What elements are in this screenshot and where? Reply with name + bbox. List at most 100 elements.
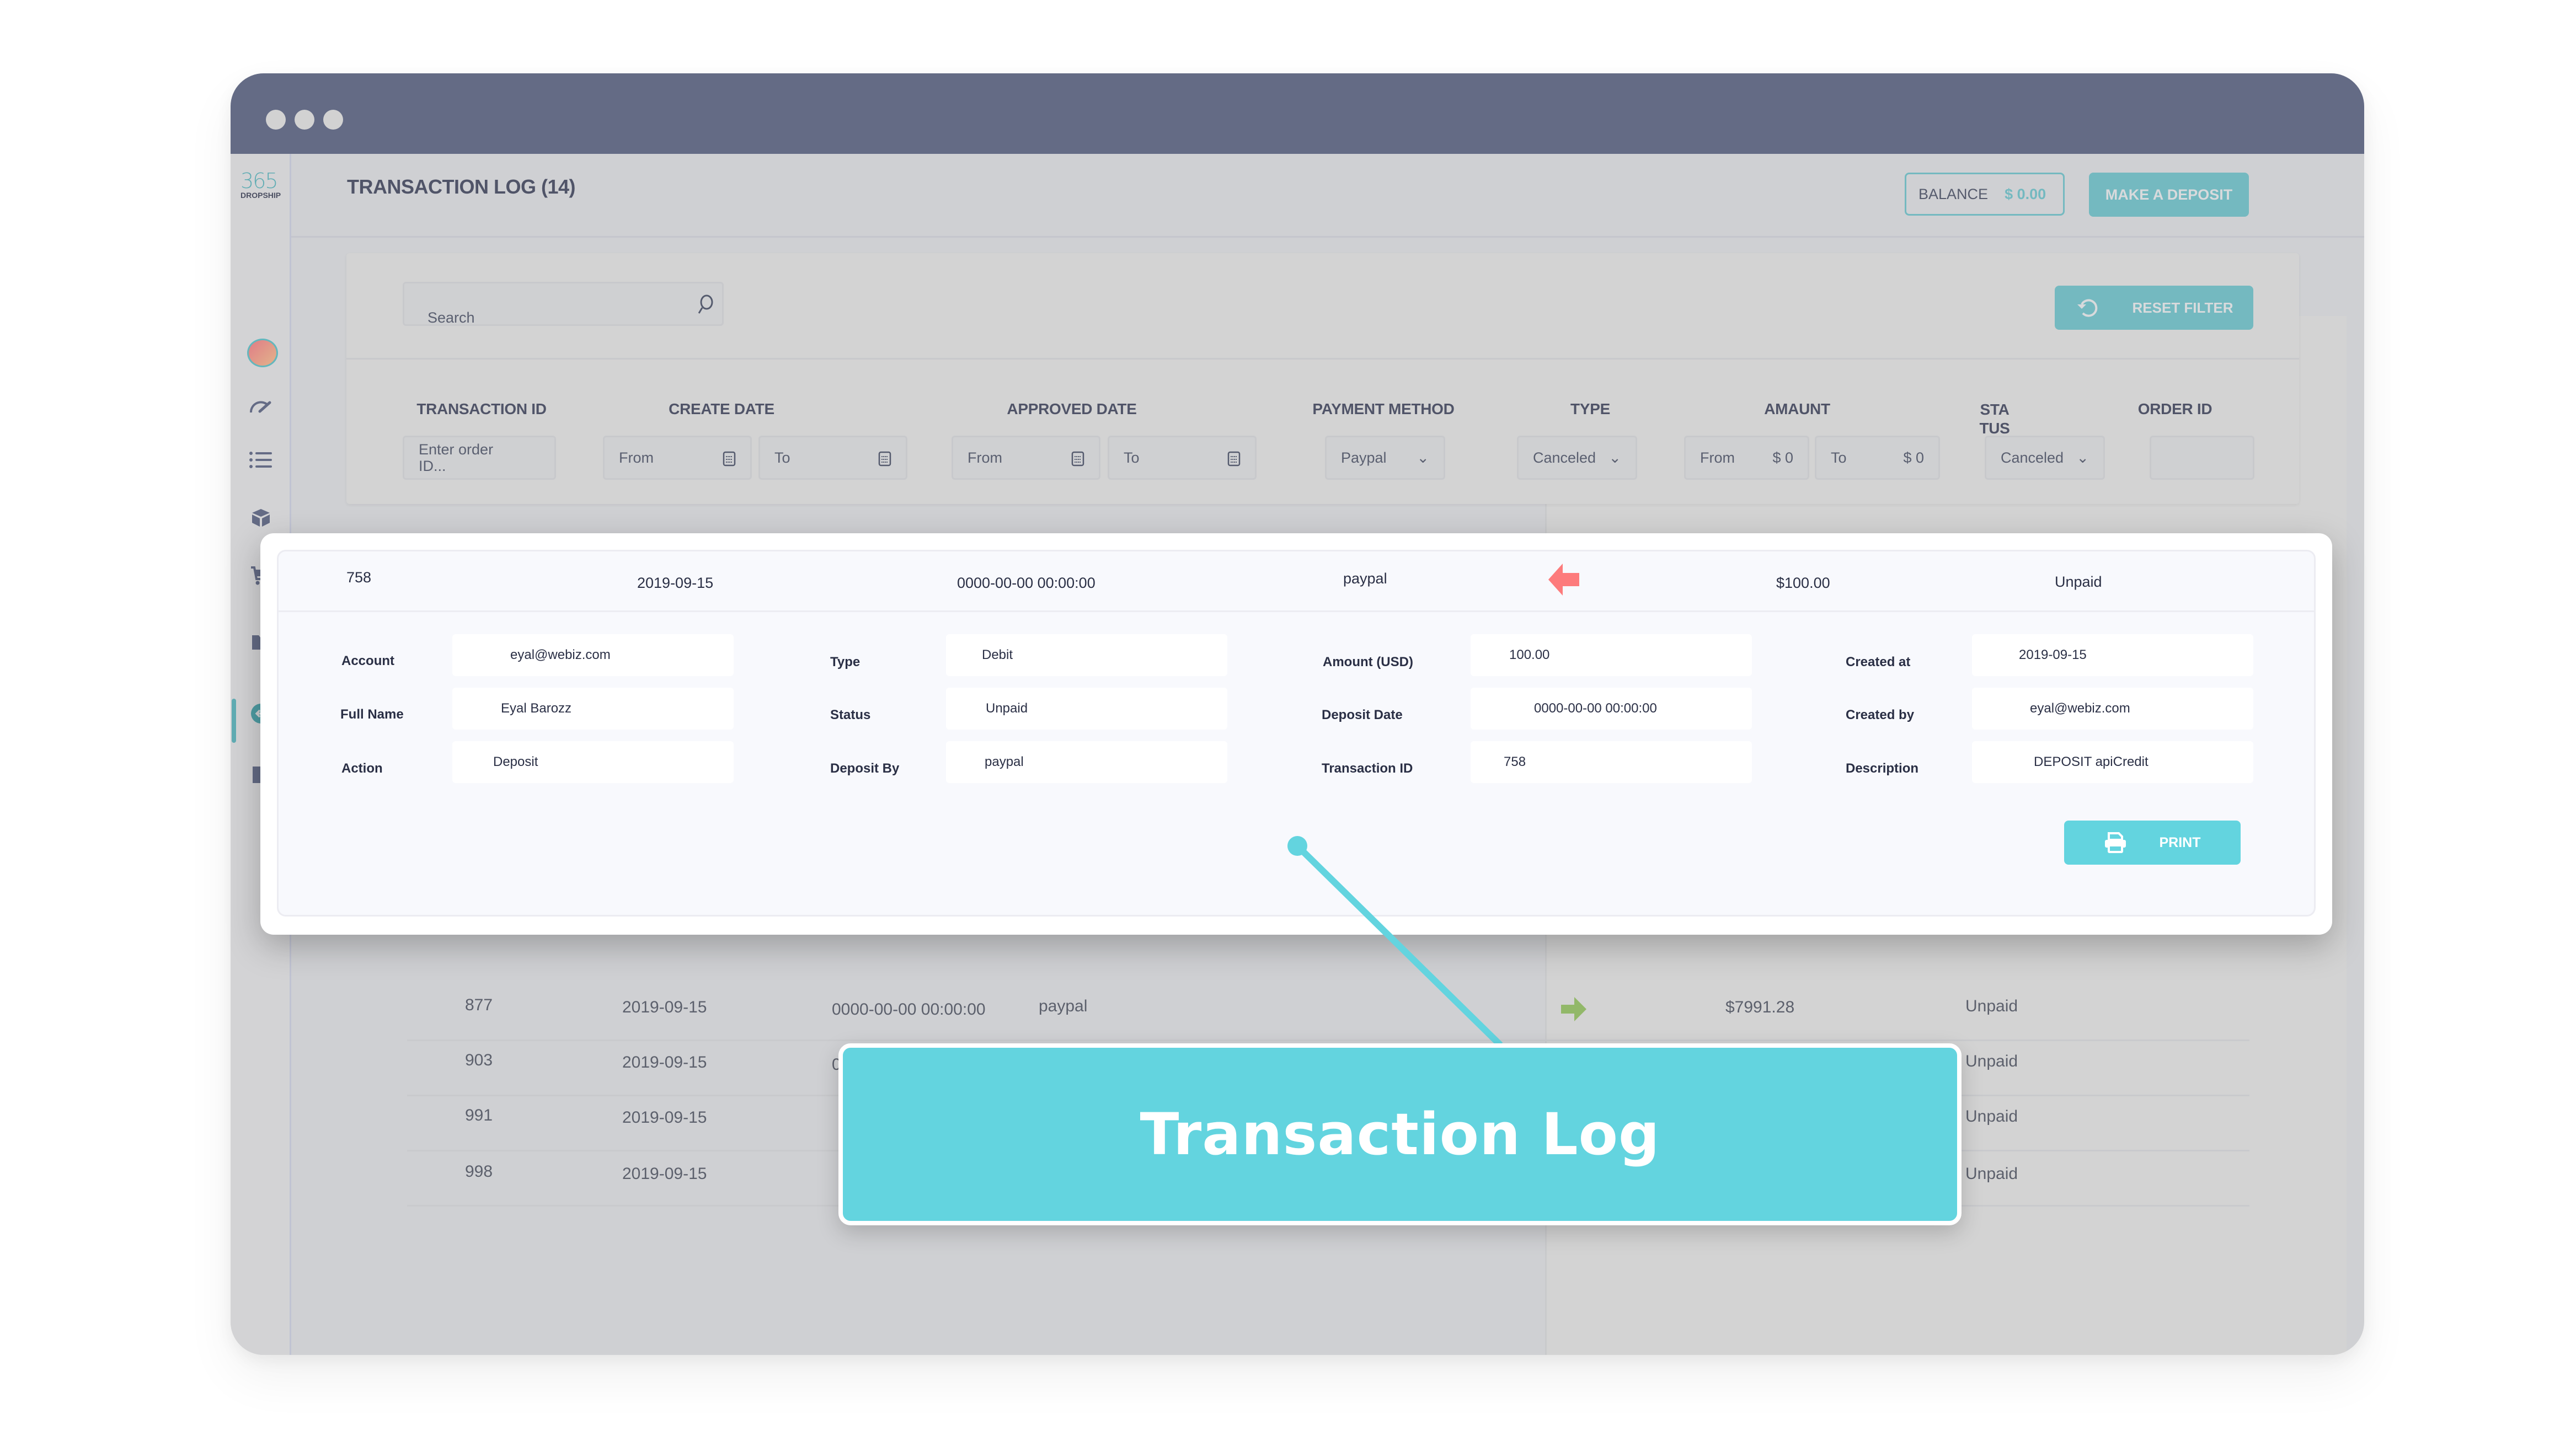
active-indicator	[232, 699, 236, 743]
status-field: Unpaid	[946, 688, 1227, 730]
row-id: 998	[465, 1162, 493, 1181]
row-id: 877	[465, 996, 493, 1014]
amount-to-value: $ 0	[1903, 449, 1924, 466]
create-date-to-input[interactable]: To	[758, 436, 907, 480]
order-id-filter-input[interactable]	[2150, 436, 2254, 480]
row-payment-method: paypal	[1039, 997, 1088, 1015]
row-status: Unpaid	[1965, 1107, 2018, 1126]
full-name-label: Full Name	[340, 707, 404, 722]
type-value: Canceled	[1533, 449, 1596, 466]
print-button[interactable]: PRINT	[2064, 821, 2241, 865]
selected-transaction-row[interactable]: 758 2019-09-15 0000-00-00 00:00:00 paypa…	[279, 551, 2314, 612]
row-status: Unpaid	[1965, 1052, 2018, 1070]
page-title: TRANSACTION LOG (14)	[347, 175, 576, 198]
amount-to-input[interactable]: To $ 0	[1815, 436, 1940, 480]
full-name-value: Eyal Barozz	[501, 701, 572, 716]
window-minimize-button[interactable]	[295, 110, 314, 130]
status-select[interactable]: Canceled ⌄	[1985, 436, 2105, 480]
sidebar-item-products[interactable]	[247, 504, 275, 532]
logo-brand: DROPSHIP	[241, 191, 281, 200]
deposit-date-value: 0000-00-00 00:00:00	[1534, 701, 1657, 716]
approved-date-to-placeholder: To	[1124, 449, 1140, 466]
calendar-icon	[1227, 451, 1241, 467]
amount-to-label: To	[1831, 449, 1847, 466]
callout-text: Transaction Log	[1140, 1101, 1660, 1168]
balance-display: BALANCE $ 0.00	[1905, 173, 2065, 216]
action-label: Action	[341, 761, 383, 776]
chevron-down-icon: ⌄	[1608, 449, 1621, 466]
search-placeholder: Search	[427, 309, 475, 326]
description-field: DEPOSIT apiCredit	[1972, 741, 2253, 783]
make-deposit-button[interactable]: MAKE A DEPOSIT	[2089, 173, 2249, 217]
col-header-order-id: ORDER ID	[2137, 400, 2212, 417]
table-row[interactable]: 877 2019-09-15 0000-00-00 00:00:00 paypa…	[407, 986, 2249, 1041]
col-header-create-date: CREATE DATE	[669, 400, 774, 417]
type-value: Debit	[982, 647, 1013, 662]
status-value: Canceled	[2001, 449, 2064, 466]
sidebar-item-dashboard[interactable]	[247, 393, 275, 420]
callout-label: Transaction Log	[838, 1043, 1962, 1225]
row-status: Unpaid	[1965, 997, 2018, 1015]
row-id: 903	[465, 1051, 493, 1069]
search-input[interactable]: Search	[403, 282, 724, 326]
approved-date-from-input[interactable]: From	[952, 436, 1100, 480]
approved-date-to-input[interactable]: To	[1108, 436, 1257, 480]
selected-amount: $100.00	[1776, 575, 1830, 591]
col-header-payment-method: PAYMENT METHOD	[1312, 400, 1455, 417]
payment-method-value: Paypal	[1341, 449, 1387, 466]
logo-number: 365	[241, 169, 279, 193]
type-select[interactable]: Canceled ⌄	[1517, 436, 1637, 480]
window-titlebar	[231, 73, 2364, 154]
deposit-date-field: 0000-00-00 00:00:00	[1471, 688, 1752, 730]
reset-icon	[2077, 299, 2097, 317]
selected-create-date: 2019-09-15	[637, 575, 714, 591]
payment-method-select[interactable]: Paypal ⌄	[1325, 436, 1445, 480]
created-by-value: eyal@webiz.com	[2030, 701, 2130, 716]
transaction-detail-popup: 758 2019-09-15 0000-00-00 00:00:00 paypa…	[260, 533, 2332, 935]
transaction-id-filter-input[interactable]: Enter order ID...	[403, 436, 556, 480]
selected-status: Unpaid	[2055, 574, 2102, 590]
create-date-from-input[interactable]: From	[603, 436, 752, 480]
logo[interactable]: 365 DROPSHIP	[241, 170, 285, 200]
row-create-date: 2019-09-15	[622, 1053, 707, 1071]
row-create-date: 2019-09-15	[622, 1165, 707, 1183]
print-label: PRINT	[2159, 834, 2201, 850]
status-value: Unpaid	[986, 701, 1028, 716]
created-at-value: 2019-09-15	[2019, 647, 2087, 662]
row-amount: $7991.28	[1725, 998, 1795, 1016]
amount-from-input[interactable]: From $ 0	[1684, 436, 1809, 480]
row-create-date: 2019-09-15	[622, 998, 707, 1016]
transaction-id-field: 758	[1471, 741, 1752, 783]
description-value: DEPOSIT apiCredit	[2034, 754, 2149, 769]
avatar[interactable]	[247, 339, 278, 367]
deposit-by-value: paypal	[985, 754, 1024, 769]
sidebar-item-orders[interactable]	[247, 446, 275, 474]
chevron-down-icon: ⌄	[1417, 449, 1429, 466]
printer-icon	[2104, 832, 2126, 853]
created-at-field: 2019-09-15	[1972, 634, 2253, 676]
incoming-arrow-icon	[1561, 997, 1586, 1021]
window-maximize-button[interactable]	[323, 110, 343, 130]
reset-filter-label: RESET FILTER	[2132, 299, 2233, 316]
status-label: Status	[830, 708, 871, 722]
account-field: eyal@webiz.com	[452, 634, 734, 676]
window-close-button[interactable]	[266, 110, 286, 130]
search-icon	[698, 294, 713, 314]
approved-date-from-placeholder: From	[968, 449, 1002, 466]
deposit-by-label: Deposit By	[830, 761, 900, 776]
balance-label: BALANCE	[1918, 185, 1989, 202]
account-label: Account	[341, 653, 394, 668]
selected-payment-method: paypal	[1343, 570, 1387, 587]
transaction-detail-panel: 758 2019-09-15 0000-00-00 00:00:00 paypa…	[277, 550, 2316, 917]
header-divider	[291, 236, 2364, 238]
filter-divider	[346, 358, 2299, 360]
action-field: Deposit	[452, 741, 734, 783]
row-create-date: 2019-09-15	[622, 1108, 707, 1127]
reset-filter-button[interactable]: RESET FILTER	[2055, 286, 2253, 330]
description-label: Description	[1846, 761, 1919, 776]
amount-usd-label: Amount (USD)	[1323, 655, 1413, 669]
account-value: eyal@webiz.com	[510, 647, 611, 662]
transaction-id-value: 758	[1504, 754, 1526, 769]
type-field: Debit	[946, 634, 1227, 676]
col-header-type: TYPE	[1570, 400, 1610, 417]
